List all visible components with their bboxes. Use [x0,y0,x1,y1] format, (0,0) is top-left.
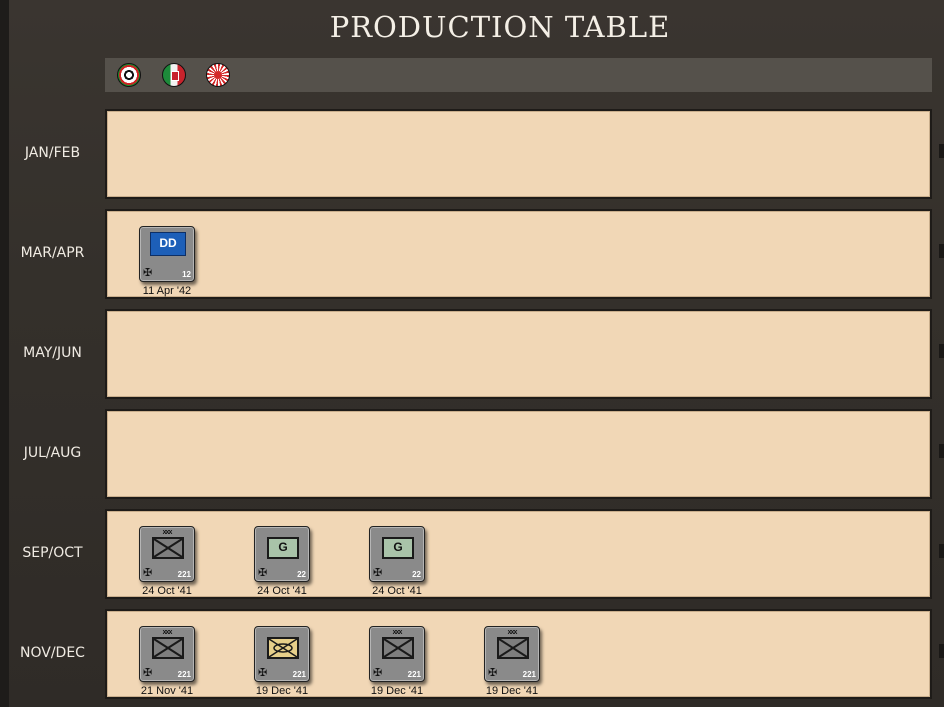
garrison-symbol-icon: G [382,537,414,559]
unit-symbol-letter: G [278,540,288,554]
row-scroll-tab[interactable] [939,544,944,558]
unit-arrival-date: 24 Oct '41 [142,585,192,597]
garrison-symbol-icon: G [267,537,299,559]
supply-symbol-icon [267,637,299,659]
production-row-panel [105,209,932,299]
page-title: PRODUCTION TABLE [329,10,671,44]
unit-arrival-date: 19 Dec '41 [255,685,309,697]
unit-size-marker: xxx [162,529,173,536]
row-scroll-tab[interactable] [939,144,944,158]
unit-arrival-date: 21 Nov '41 [140,685,194,697]
production-row-panel [105,509,932,599]
unit-arrival-date: 19 Dec '41 [485,685,539,697]
unit-arrival-date: 24 Oct '41 [372,585,422,597]
unit-symbol-letter: DD [159,236,177,250]
unit-arrival-date: 19 Dec '41 [370,685,424,697]
unit-symbol-letter: G [393,540,403,554]
unit-counter[interactable]: DD ✠ 12 [139,226,195,282]
unit-counter[interactable]: xxx ✠ 221 [484,626,540,682]
row-scroll-tab[interactable] [939,244,944,258]
row-label: NOV/DEC [20,645,85,661]
unit-strength: 221 [177,670,191,679]
production-row-panel [105,409,932,499]
balkenkreuz-icon: ✠ [258,667,268,679]
infantry-symbol-icon [497,637,529,659]
row-label: MAR/APR [20,245,85,261]
unit-arrival-date: 11 Apr '42 [142,285,192,297]
unit-counter[interactable]: xxx ✠ 221 [369,626,425,682]
balkenkreuz-icon: ✠ [143,667,153,679]
unit-arrival-date: 24 Oct '41 [257,585,307,597]
row-scroll-tab[interactable] [939,344,944,358]
balkenkreuz-icon: ✠ [373,567,383,579]
unit-strength: 221 [292,670,306,679]
row-label: MAY/JUN [23,345,82,361]
row-label: JAN/FEB [24,145,81,161]
unit-strength: 12 [182,270,191,279]
infantry-symbol-icon [152,637,184,659]
unit-counter[interactable]: xxx ✠ 221 [139,626,195,682]
balkenkreuz-icon: ✠ [373,667,383,679]
destroyer-symbol-icon: DD [150,232,186,256]
unit-strength: 22 [412,570,421,579]
row-label: SEP/OCT [22,545,83,561]
italian-flag-icon[interactable] [162,63,186,87]
german-flag-icon[interactable] [117,63,141,87]
production-row-panel [105,109,932,199]
production-row-panel [105,309,932,399]
balkenkreuz-icon: ✠ [143,567,153,579]
balkenkreuz-icon: ✠ [258,567,268,579]
infantry-symbol-icon [382,637,414,659]
unit-size-marker: xxx [507,629,518,636]
nation-selector [105,58,932,92]
row-scroll-tab[interactable] [939,444,944,458]
unit-size-marker: xxx [162,629,173,636]
balkenkreuz-icon: ✠ [143,267,153,279]
unit-size-marker: xxx [392,629,403,636]
balkenkreuz-icon: ✠ [488,667,498,679]
unit-strength: 221 [407,670,421,679]
unit-strength: 22 [297,570,306,579]
unit-strength: 221 [177,570,191,579]
japanese-flag-icon[interactable] [206,63,230,87]
unit-counter[interactable]: xxx ✠ 221 [139,526,195,582]
unit-counter[interactable]: G ✠ 22 [254,526,310,582]
row-scroll-tab[interactable] [939,644,944,658]
unit-counter[interactable]: ✠ 221 [254,626,310,682]
unit-counter[interactable]: G ✠ 22 [369,526,425,582]
unit-strength: 221 [522,670,536,679]
infantry-symbol-icon [152,537,184,559]
row-label: JUL/AUG [23,445,82,461]
